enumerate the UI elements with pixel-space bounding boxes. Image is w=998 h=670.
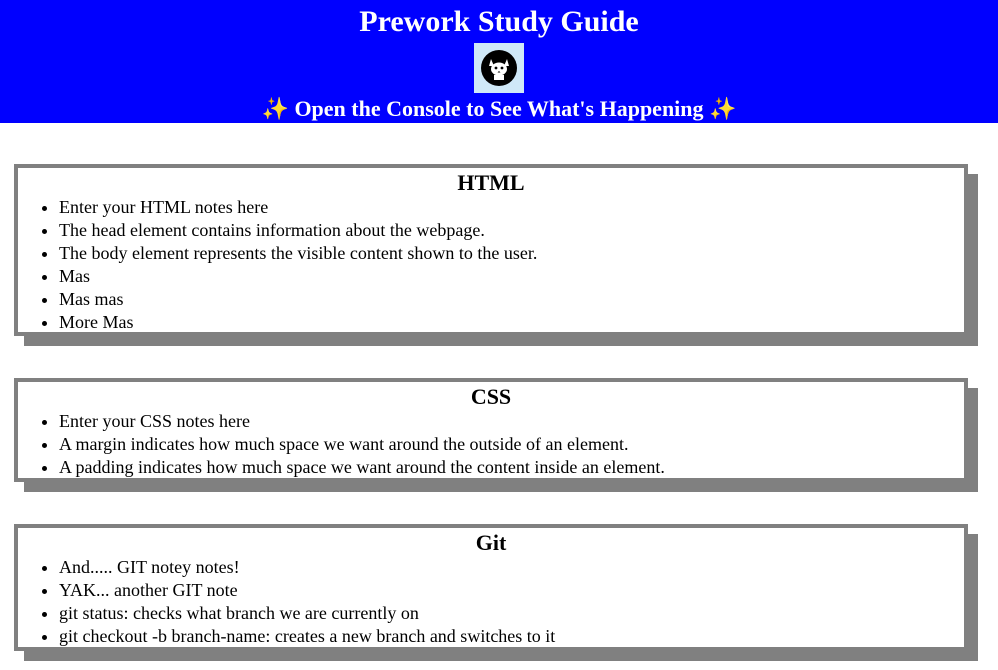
- section-heading: HTML: [457, 170, 525, 195]
- notes-list: Enter your CSS notes here A margin indic…: [18, 410, 964, 479]
- list-item: A padding indicates how much space we wa…: [59, 456, 964, 479]
- list-item: Enter your HTML notes here: [59, 196, 964, 219]
- page-header: Prework Study Guide ✨ Open the Console t…: [0, 0, 998, 123]
- list-item: YAK... another GIT note: [59, 579, 964, 602]
- cat-logo-icon: [480, 49, 518, 87]
- list-item: git status: checks what branch we are cu…: [59, 602, 964, 625]
- notes-list: And..... GIT notey notes! YAK... another…: [18, 556, 964, 648]
- section-heading: Git: [475, 530, 507, 555]
- list-item: The body element represents the visible …: [59, 242, 964, 265]
- logo: [474, 43, 524, 93]
- notes-list: Enter your HTML notes here The head elem…: [18, 196, 964, 334]
- list-item: A margin indicates how much space we wan…: [59, 433, 964, 456]
- list-item: Enter your CSS notes here: [59, 410, 964, 433]
- list-item: Mas mas: [59, 288, 964, 311]
- html-section: HTML Enter your HTML notes here The head…: [14, 164, 968, 336]
- page-title: Prework Study Guide: [359, 5, 639, 38]
- list-item: The head element contains information ab…: [59, 219, 964, 242]
- sparkle-icon: ✨: [261, 96, 289, 121]
- css-section: CSS Enter your CSS notes here A margin i…: [14, 378, 968, 482]
- list-item: More Mas: [59, 311, 964, 334]
- console-subtitle: ✨ Open the Console to See What's Happeni…: [0, 95, 998, 123]
- section-heading: CSS: [470, 384, 512, 409]
- list-item: git checkout -b branch-name: creates a n…: [59, 625, 964, 648]
- list-item: And..... GIT notey notes!: [59, 556, 964, 579]
- sparkle-icon: ✨: [709, 96, 737, 121]
- list-item: Mas: [59, 265, 964, 288]
- git-section: Git And..... GIT notey notes! YAK... ano…: [14, 524, 968, 651]
- subtitle-text: Open the Console to See What's Happening: [294, 96, 704, 121]
